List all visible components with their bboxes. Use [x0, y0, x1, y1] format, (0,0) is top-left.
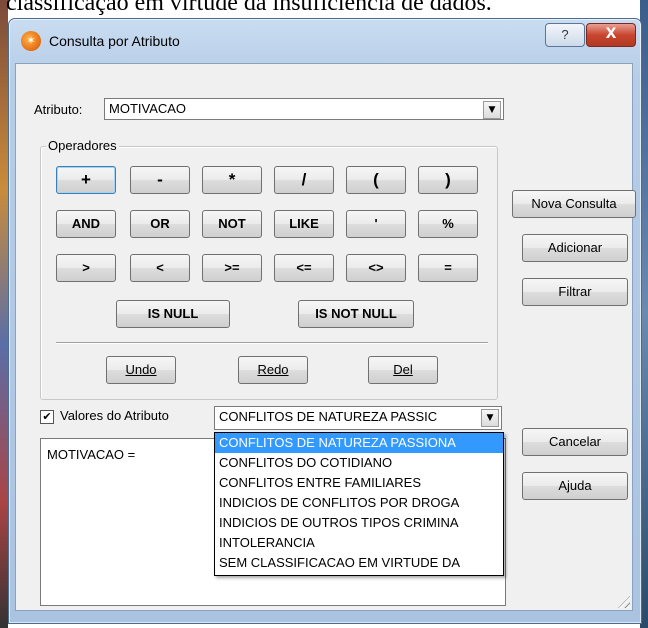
consulta-window: ✶ Consulta por Atributo ? X Atributo: MO…	[8, 18, 642, 624]
title-bar[interactable]: ✶ Consulta por Atributo ? X	[9, 19, 641, 63]
cancelar-button[interactable]: Cancelar	[522, 428, 628, 456]
chevron-down-icon[interactable]: ▼	[483, 101, 501, 119]
operator-and-button[interactable]: AND	[56, 210, 116, 238]
is-not-null-button[interactable]: IS NOT NULL	[298, 300, 414, 328]
valores-selected: CONFLITOS DE NATUREZA PASSIC	[219, 409, 438, 424]
window-title: Consulta por Atributo	[49, 33, 180, 49]
dropdown-option[interactable]: CONFLITOS DO COTIDIANO	[215, 453, 503, 473]
operator-open-paren-button[interactable]: (	[346, 166, 406, 194]
operator-or-button[interactable]: OR	[130, 210, 190, 238]
dropdown-option[interactable]: INDICIOS DE OUTROS TIPOS CRIMINA	[215, 513, 503, 533]
operadores-label: Operadores	[46, 138, 119, 153]
operator-divide-button[interactable]: /	[274, 166, 334, 194]
operator-less-equal-button[interactable]: <=	[274, 254, 334, 282]
valores-select[interactable]: CONFLITOS DE NATUREZA PASSIC ▼	[214, 406, 502, 430]
operators-separator	[56, 342, 488, 344]
close-button[interactable]: X	[586, 23, 636, 47]
ajuda-button[interactable]: Ajuda	[522, 472, 628, 500]
app-icon: ✶	[21, 31, 41, 51]
operator-equal-button[interactable]: =	[418, 254, 478, 282]
valores-checkbox-label: Valores do Atributo	[60, 408, 169, 423]
operator-percent-button[interactable]: %	[418, 210, 478, 238]
del-label: Del	[393, 362, 413, 377]
dropdown-option[interactable]: CONFLITOS ENTRE FAMILIARES	[215, 473, 503, 493]
operator-not-button[interactable]: NOT	[202, 210, 262, 238]
expression-text: MOTIVACAO =	[47, 447, 136, 462]
redo-button[interactable]: Redo	[238, 356, 308, 384]
is-null-button[interactable]: IS NULL	[116, 300, 230, 328]
dropdown-option[interactable]: SEM CLASSIFICACAO EM VIRTUDE DA	[215, 553, 503, 573]
chevron-down-icon[interactable]: ▼	[481, 409, 499, 427]
operator-greater-button[interactable]: >	[56, 254, 116, 282]
undo-button[interactable]: Undo	[106, 356, 176, 384]
atributo-label: Atributo:	[34, 102, 83, 117]
operator-like-button[interactable]: LIKE	[274, 210, 334, 238]
dropdown-option[interactable]: CONFLITOS DE NATUREZA PASSIONA	[215, 433, 503, 453]
atributo-select[interactable]: MOTIVACAO ▼	[104, 98, 504, 120]
background-document-text: classificação em virtude da insuficiênci…	[6, 0, 492, 16]
del-button[interactable]: Del	[368, 356, 438, 384]
operator-close-paren-button[interactable]: )	[418, 166, 478, 194]
redo-label: Redo	[257, 362, 289, 377]
valores-dropdown-list[interactable]: CONFLITOS DE NATUREZA PASSIONA CONFLITOS…	[214, 432, 504, 576]
nova-consulta-button[interactable]: Nova Consulta	[512, 190, 636, 218]
atributo-value: MOTIVACAO	[109, 101, 187, 116]
operator-greater-equal-button[interactable]: >=	[202, 254, 262, 282]
operator-quote-button[interactable]: '	[346, 210, 406, 238]
dialog-client-area: Atributo: MOTIVACAO ▼ Operadores + - * /…	[15, 63, 636, 611]
undo-label: Undo	[125, 362, 157, 377]
operator-multiply-button[interactable]: *	[202, 166, 262, 194]
background-desktop-strip-left	[0, 0, 8, 628]
operator-minus-button[interactable]: -	[130, 166, 190, 194]
resize-grip-icon[interactable]	[618, 596, 630, 608]
help-button[interactable]: ?	[545, 23, 585, 47]
dropdown-option[interactable]: INTOLERANCIA	[215, 533, 503, 553]
filtrar-button[interactable]: Filtrar	[522, 278, 628, 306]
operator-plus-button[interactable]: +	[56, 166, 116, 194]
operator-less-button[interactable]: <	[130, 254, 190, 282]
valores-checkbox[interactable]: ✔	[40, 410, 54, 424]
adicionar-button[interactable]: Adicionar	[522, 234, 628, 262]
dropdown-option[interactable]: INDICIOS DE CONFLITOS POR DROGA	[215, 493, 503, 513]
operator-not-equal-button[interactable]: <>	[346, 254, 406, 282]
